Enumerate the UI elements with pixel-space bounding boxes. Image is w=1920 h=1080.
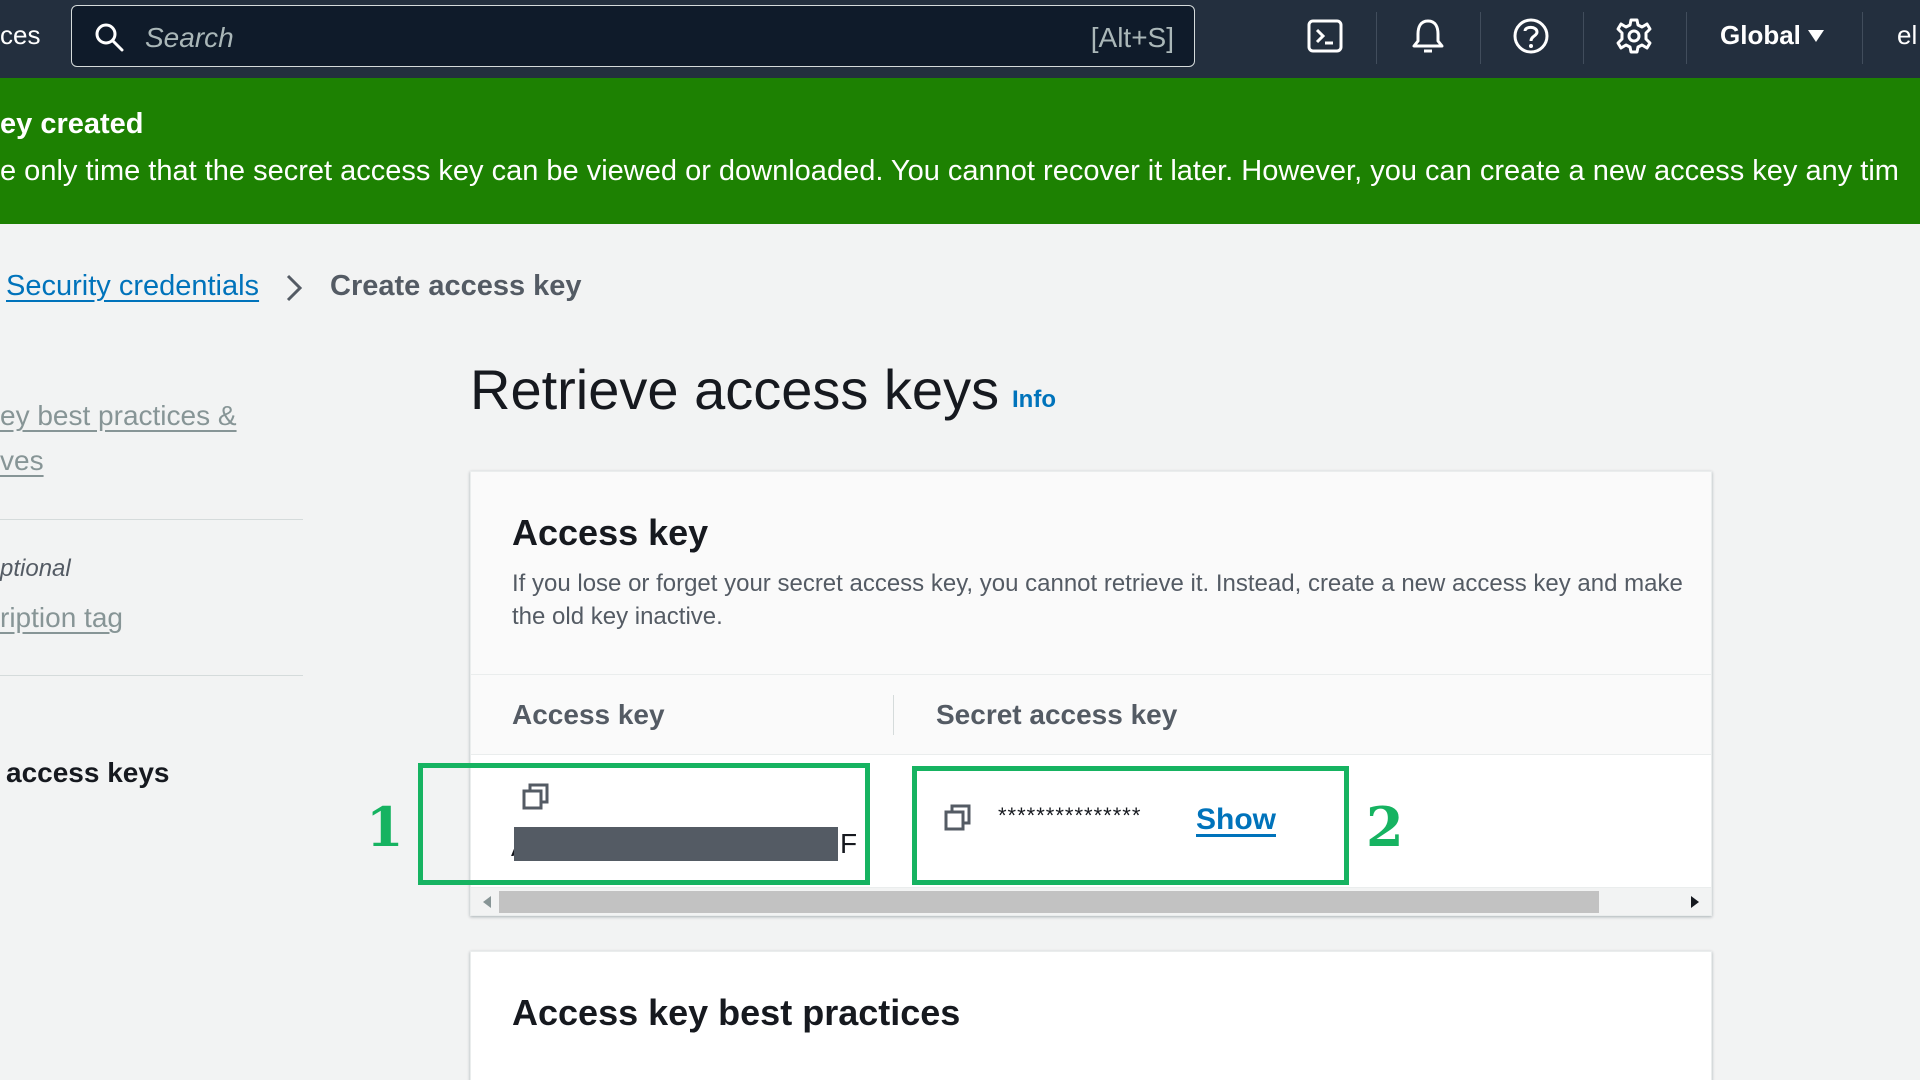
top-navigation: ces Search [Alt+S] Global el: [0, 0, 1920, 78]
column-header-secret-access-key: Secret access key: [936, 699, 1178, 730]
flash-title: ey created: [0, 108, 144, 140]
table-header-row: Access key Secret access key: [471, 675, 1711, 755]
scroll-left-arrow-icon[interactable]: [483, 896, 491, 908]
search-input[interactable]: Search [Alt+S]: [71, 5, 1195, 67]
flash-message: e only time that the secret access key c…: [0, 155, 1899, 187]
panel-description: If you lose or forget your secret access…: [512, 570, 1683, 630]
best-practices-title: Access key best practices: [512, 992, 961, 1033]
nav-divider: [1686, 12, 1687, 64]
annotation-number-1: 1: [366, 795, 404, 859]
step-retrieve-access-keys: access keys: [6, 757, 170, 788]
scroll-thumb[interactable]: [499, 891, 1599, 913]
scroll-right-arrow-icon[interactable]: [1691, 896, 1699, 908]
chevron-right-icon: [286, 274, 303, 302]
nav-divider: [1583, 12, 1584, 64]
cloudshell-icon[interactable]: [1305, 16, 1345, 56]
nav-divider: [1376, 12, 1377, 64]
page-title: Retrieve access keys: [470, 358, 1000, 421]
step-divider: [0, 519, 303, 520]
panel-header: Access key If you lose or forget your se…: [471, 472, 1711, 675]
region-selector[interactable]: Global: [1720, 20, 1801, 51]
nav-divider: [1480, 12, 1481, 64]
panel-title: Access key: [512, 512, 709, 553]
column-divider: [893, 695, 894, 735]
info-link[interactable]: Info: [1012, 386, 1056, 414]
success-flash-banner: ey created e only time that the secret a…: [0, 78, 1920, 224]
best-practices-panel: Access key best practices: [470, 951, 1712, 1080]
nav-services-label[interactable]: ces: [0, 20, 40, 51]
breadcrumb-security-credentials[interactable]: Security credentials: [6, 270, 259, 303]
search-shortcut-hint: [Alt+S]: [1090, 22, 1174, 53]
account-menu[interactable]: el: [1897, 20, 1917, 51]
search-placeholder: Search: [145, 22, 234, 53]
search-icon: [95, 23, 124, 52]
gear-icon[interactable]: [1614, 16, 1654, 56]
horizontal-scrollbar[interactable]: [471, 887, 1711, 915]
annotation-box-1: [418, 763, 870, 885]
caret-down-icon[interactable]: [1808, 30, 1824, 42]
step-best-practices-line2[interactable]: ves: [0, 445, 44, 477]
annotation-number-2: 2: [1366, 795, 1404, 859]
annotation-box-2: [912, 766, 1349, 885]
column-header-access-key: Access key: [512, 699, 665, 730]
breadcrumb-current: Create access key: [330, 270, 582, 302]
nav-divider: [1862, 12, 1863, 64]
bell-icon[interactable]: [1408, 16, 1448, 56]
step-divider: [0, 675, 303, 676]
step-best-practices-line1[interactable]: ey best practices &: [0, 400, 237, 432]
step-optional-label: ptional: [0, 555, 71, 582]
step-description-tag[interactable]: ription tag: [0, 602, 123, 634]
help-icon[interactable]: [1511, 16, 1551, 56]
